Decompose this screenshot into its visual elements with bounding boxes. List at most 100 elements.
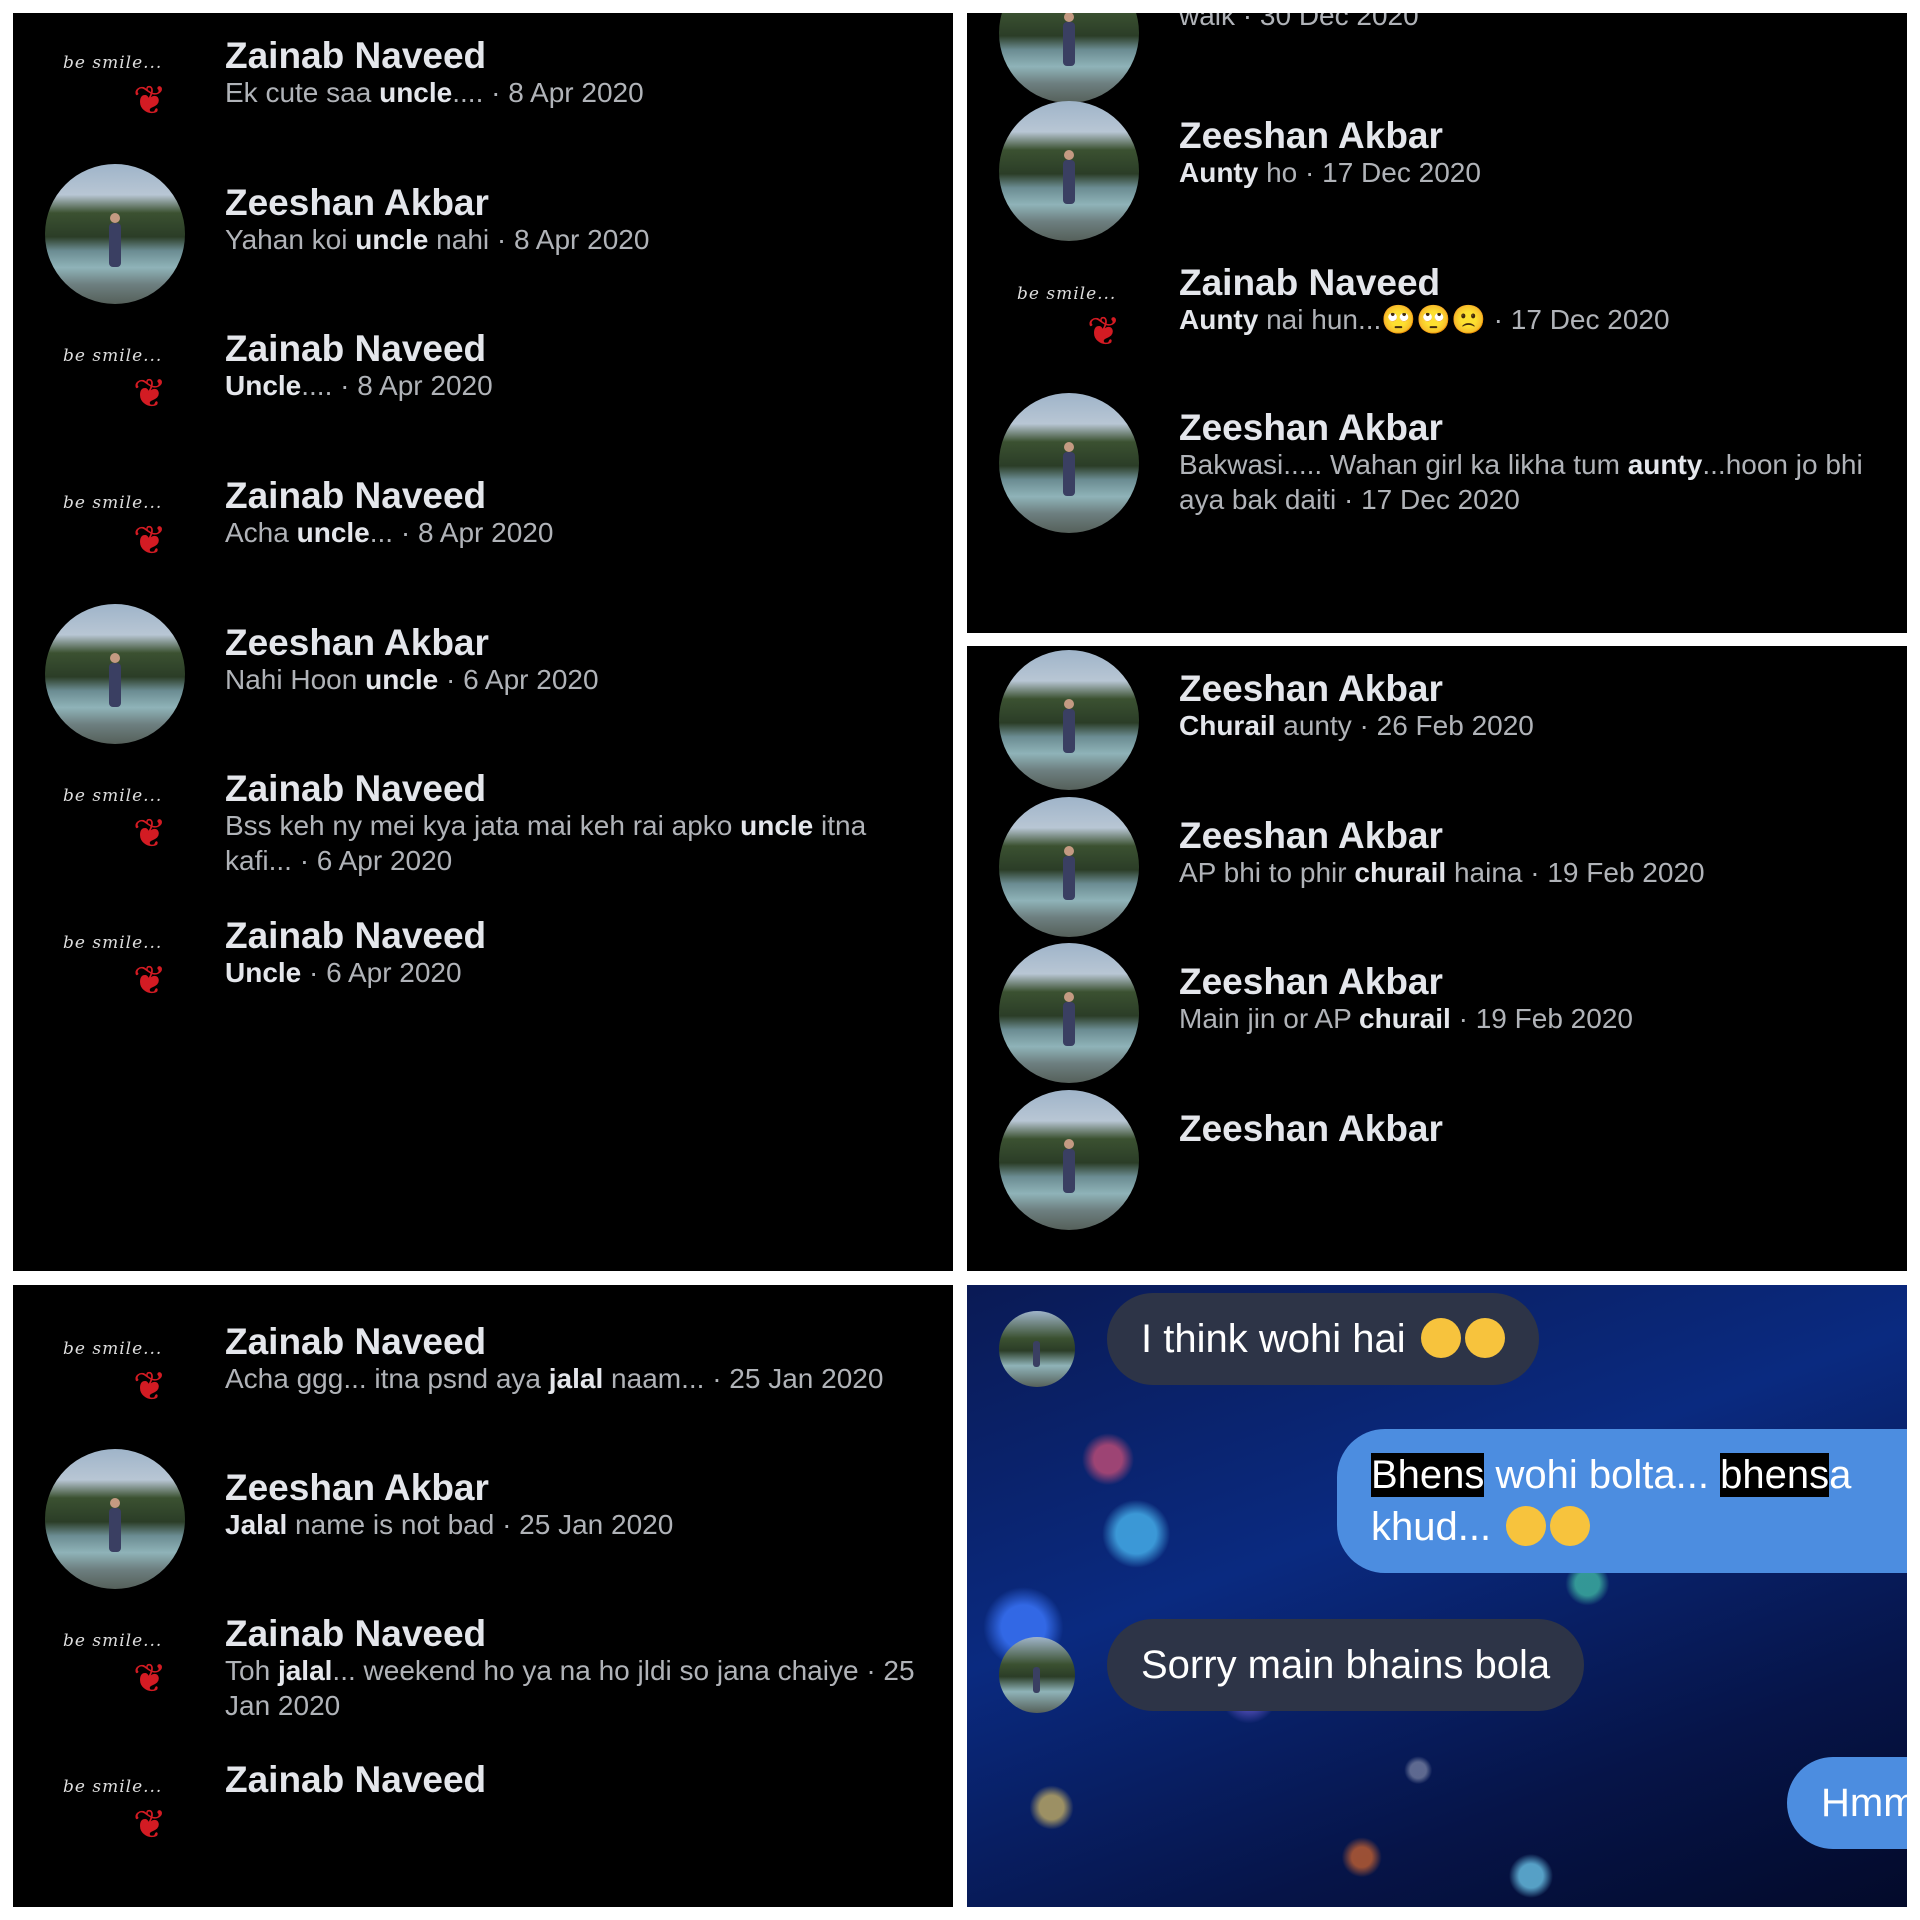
snippet-text: nai hun...🙄🙄🙁 · 17 Dec 2020 [1258,304,1670,335]
contact-name: Zeeshan Akbar [1179,115,1443,156]
butterfly-icon: ❦ [133,812,167,856]
unamused-emoji-icon [1550,1506,1591,1546]
search-result-row[interactable]: be smile... ❦ Zainab Naveed [13,1737,953,1887]
contact-name: Zeeshan Akbar [1179,961,1443,1002]
search-result-row[interactable]: Zeeshan Akbar Bakwasi..... Wahan girl ka … [967,385,1907,535]
snippet-text: · 6 Apr 2020 [438,664,599,695]
avatar-be-smile: be smile... ❦ [45,750,185,890]
avatar-photo [999,101,1139,241]
matched-keyword: uncle [296,517,370,548]
avatar-caption: be smile... [63,1777,163,1797]
snippet-text: Ek cute saa [225,77,380,108]
search-result-row[interactable]: be smile... ❦ Zainab Naveed Toh jalal... we… [13,1591,953,1741]
snippet-text: Bss keh ny mei kya jata mai keh rai apko [225,810,741,841]
highlighted-word: Bhens [1371,1453,1485,1497]
search-result-row[interactable]: be smile... ❦ Zainab Naveed Uncle · 6 Apr 2… [13,893,953,1043]
avatar-caption: be smile... [63,53,163,73]
search-results-panel-apr: be smile... ❦ Zainab Naveed Ek cute saa unc… [13,13,953,1271]
contact-name: Zeeshan Akbar [225,1467,489,1508]
matched-keyword: uncle [365,664,439,695]
matched-keyword: churail [1359,1003,1451,1034]
snippet-text: .... · 8 Apr 2020 [301,370,493,401]
contact-name: Zainab Naveed [225,1759,487,1800]
avatar-be-smile: be smile... ❦ [45,457,185,597]
search-result-row[interactable]: be smile... ❦ Zainab Naveed Uncle.... · 8 A… [13,306,953,456]
message-bubble-received[interactable]: I think wohi hai [1107,1293,1539,1385]
contact-name: Zeeshan Akbar [1179,668,1443,709]
matched-keyword: Uncle [225,370,302,401]
snippet-text: AP bhi to phir [1179,857,1355,888]
search-result-row[interactable]: Zeeshan Akbar AP bhi to phir churail hain… [967,793,1907,943]
message-text: wohi bolta... [1484,1453,1721,1497]
message-text: khud... [1371,1505,1492,1549]
snippet-text: bachoon ki chezain khana khana walk · 30… [1179,13,1419,31]
laughing-emoji-icon [1464,1318,1505,1358]
butterfly-icon: ❦ [133,372,167,416]
matched-keyword: Uncle [225,957,302,988]
message-snippet: Bss keh ny mei kya jata mai keh rai apko… [225,808,929,878]
search-result-row[interactable]: be smile... ❦ Zainab Naveed Ek cute saa unc… [13,13,953,163]
message-bubble-sent[interactable]: Hmm [1787,1757,1907,1849]
avatar-be-smile: be smile... ❦ [45,1303,185,1443]
message-snippet: Uncle.... · 8 Apr 2020 [225,368,929,403]
avatar-photo [999,797,1139,937]
matched-keyword: uncle [740,810,814,841]
highlighted-word: bhens [1720,1453,1830,1497]
message-snippet: Tum ho moti aunty bachoon ki chezain kha… [1179,13,1883,33]
snippet-text: Bakwasi..... Wahan girl ka likha tum [1179,449,1628,480]
laughing-emoji-icon [1420,1318,1461,1358]
contact-name: Zainab Naveed [1179,262,1441,303]
snippet-text: .... · 8 Apr 2020 [452,77,644,108]
avatar-be-smile: be smile... ❦ [45,310,185,450]
avatar-photo [45,604,185,744]
message-snippet: Main jin or AP churail · 19 Feb 2020 [1179,1001,1883,1036]
message-text: a [1829,1453,1852,1497]
message-snippet: Acha ggg... itna psnd aya jalal naam... … [225,1361,929,1396]
snippet-text: ... · 8 Apr 2020 [369,517,554,548]
message-bubble-sent[interactable]: Bhens wohi bolta... bhensa khud... [1337,1429,1907,1573]
avatar-caption: be smile... [63,786,163,806]
message-snippet: Aunty nai hun...🙄🙄🙁 · 17 Dec 2020 [1179,302,1883,337]
search-result-row[interactable]: Zeeshan Akbar Jalal name is not bad · 25 … [13,1445,953,1595]
snippet-text: ho · 17 Dec 2020 [1258,157,1481,188]
avatar[interactable] [999,1637,1075,1713]
message-snippet: AP bhi to phir churail haina · 19 Feb 20… [1179,855,1883,890]
search-result-row[interactable]: be smile... ❦ Zainab Naveed Acha uncle... ·… [13,453,953,603]
contact-name: Zeeshan Akbar [225,182,489,223]
avatar-caption: be smile... [63,933,163,953]
contact-name: Zainab Naveed [225,328,487,369]
message-snippet: Aunty ho · 17 Dec 2020 [1179,155,1883,190]
message-bubble-received[interactable]: Sorry main bhains bola [1107,1619,1585,1711]
contact-name: Zeeshan Akbar [1179,815,1443,856]
search-results-panel-jan: be smile... ❦ Zainab Naveed Acha ggg... itn… [13,1285,953,1907]
snippet-text: · 6 Apr 2020 [301,957,462,988]
matched-keyword: uncle [355,224,429,255]
search-result-row[interactable]: be smile... ❦ Zainab Naveed Bss keh ny mei … [13,746,953,896]
snippet-text: Yahan koi [225,224,356,255]
avatar[interactable] [999,1311,1075,1387]
search-result-row[interactable]: Zeeshan Akbar Yahan koi uncle nahi · 8 Ap… [13,160,953,310]
search-result-row[interactable]: Zeeshan Akbar Main jin or AP churail · 19… [967,939,1907,1089]
search-result-row[interactable]: Zeeshan Akbar Nahi Hoon uncle · 6 Apr 202… [13,600,953,750]
search-result-row[interactable]: be smile... ❦ Zainab Naveed Acha ggg... itn… [13,1299,953,1449]
matched-keyword: jalal [548,1363,604,1394]
search-result-row[interactable]: be smile... ❦ Zainab Naveed Aunty nai hun..… [967,240,1907,390]
search-result-row[interactable]: Zeeshan Akbar Aunty ho · 17 Dec 2020 [967,93,1907,243]
search-results-panel-dec: Tum ho moti aunty bachoon ki chezain kha… [967,13,1907,633]
butterfly-icon: ❦ [133,1365,167,1409]
search-result-row[interactable]: Tum ho moti aunty bachoon ki chezain kha… [967,13,1907,105]
avatar-photo [999,943,1139,1083]
snippet-text: nahi · 8 Apr 2020 [428,224,650,255]
avatar-photo [45,164,185,304]
avatar-photo [999,13,1139,103]
snippet-text: name is not bad · 25 Jan 2020 [287,1509,674,1540]
avatar-photo [999,1090,1139,1230]
snippet-text: Main jin or AP [1179,1003,1360,1034]
matched-keyword: jalal [277,1655,333,1686]
search-result-row[interactable]: Zeeshan Akbar Churail aunty · 26 Feb 2020 [967,646,1907,796]
avatar-be-smile: be smile... ❦ [45,1595,185,1735]
search-result-row[interactable]: Zeeshan Akbar [967,1086,1907,1236]
snippet-text: · 19 Feb 2020 [1450,1003,1633,1034]
snippet-text: haina · 19 Feb 2020 [1446,857,1705,888]
matched-keyword: Aunty [1179,157,1259,188]
